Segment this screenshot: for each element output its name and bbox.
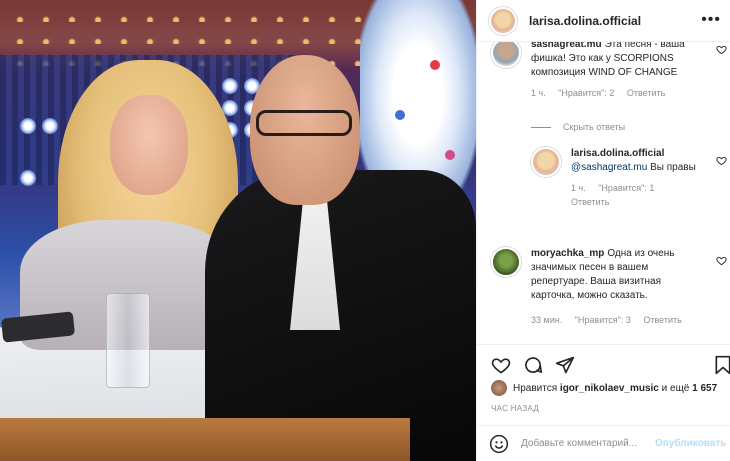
post-actions-bar	[477, 344, 730, 382]
reply-button[interactable]: Ответить	[571, 197, 609, 207]
post-timestamp[interactable]: ЧАС НАЗАД	[491, 404, 539, 413]
heart-icon[interactable]	[716, 155, 727, 166]
likes-count[interactable]: 1 657	[692, 383, 717, 394]
stage-spotlight	[222, 78, 238, 94]
comment-username[interactable]: sashagreat.mu	[531, 42, 602, 50]
smile-icon[interactable]	[489, 434, 509, 454]
stage-spotlight	[42, 118, 58, 134]
stage-spotlight	[20, 170, 36, 186]
comment-time[interactable]: 1 ч.	[571, 183, 586, 193]
water-glass	[106, 293, 150, 388]
send-icon[interactable]	[555, 355, 575, 375]
comment-meta: 33 мин. "Нравится": 3 Ответить	[531, 313, 699, 327]
reply-button[interactable]: Ответить	[627, 88, 665, 98]
commenter-avatar[interactable]	[491, 247, 521, 277]
woman-face	[110, 95, 188, 195]
comment-time[interactable]: 33 мин.	[531, 315, 562, 325]
comment-meta: 1 ч. "Нравится": 1 Ответить	[571, 181, 697, 209]
comment-meta: 1 ч. "Нравится": 2 Ответить	[531, 86, 699, 100]
comment-mention[interactable]: @sashagreat.mu	[571, 162, 647, 173]
post-header: larisa.dolina.official •••	[477, 0, 730, 42]
more-horizontal-icon[interactable]: •••	[701, 12, 721, 28]
table-edge	[0, 418, 410, 461]
commenter-avatar[interactable]	[531, 147, 561, 177]
comments-list[interactable]: sashagreat.mu Эта песня - ваша фишка! Это…	[477, 42, 730, 344]
tree-ornament	[445, 150, 455, 160]
commenter-avatar[interactable]	[491, 42, 521, 68]
stage-spotlight	[20, 118, 36, 134]
comment-likes[interactable]: "Нравится": 2	[558, 88, 614, 98]
hide-replies-label[interactable]: Скрыть ответы	[563, 122, 625, 132]
comment-time[interactable]: 1 ч.	[531, 88, 546, 98]
bookmark-icon[interactable]	[713, 355, 730, 375]
author-username[interactable]: larisa.dolina.official	[529, 14, 641, 28]
heart-icon[interactable]	[716, 44, 727, 55]
comment-username[interactable]: larisa.dolina.official	[571, 148, 664, 159]
hide-replies-toggle[interactable]: Скрыть ответы	[531, 122, 625, 132]
heart-icon[interactable]	[716, 255, 727, 266]
add-comment-bar: Опубликовать	[477, 425, 730, 461]
comment-likes[interactable]: "Нравится": 1	[598, 183, 654, 193]
comment-likes[interactable]: "Нравится": 3	[575, 315, 631, 325]
liker-avatar[interactable]	[491, 380, 507, 396]
comment-text: Вы правы	[650, 162, 696, 173]
heart-icon[interactable]	[491, 355, 511, 375]
comment-icon[interactable]	[523, 355, 543, 375]
man-glasses	[256, 110, 352, 136]
likes-prefix: Нравится	[513, 382, 558, 394]
publish-button[interactable]: Опубликовать	[655, 438, 726, 449]
divider-line	[531, 126, 551, 128]
comment-username[interactable]: moryachka_mp	[531, 248, 604, 259]
likes-summary: Нравится igor_nikolaev_music и ещё 1 657	[491, 380, 717, 396]
comment-input[interactable]	[521, 438, 653, 449]
reply-button[interactable]: Ответить	[643, 315, 681, 325]
post-photo[interactable]	[0, 0, 476, 461]
tree-ornament	[395, 110, 405, 120]
tree-ornament	[430, 60, 440, 70]
likes-middle: и ещё	[661, 382, 690, 394]
post-side-panel: larisa.dolina.official ••• sashagreat.mu…	[476, 0, 730, 461]
author-avatar[interactable]	[489, 6, 517, 35]
liker-username[interactable]: igor_nikolaev_music	[560, 383, 659, 394]
